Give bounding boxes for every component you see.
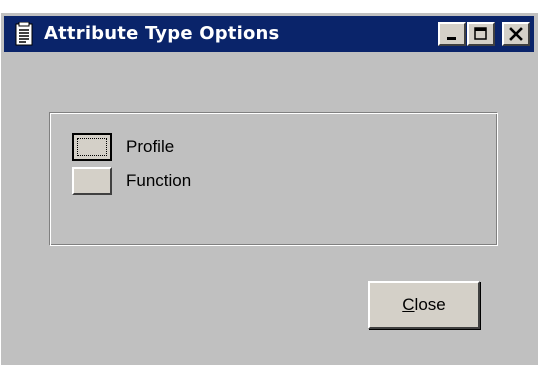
close-icon <box>509 27 523 41</box>
close-button-mnemonic: C <box>402 295 415 314</box>
title-bar[interactable]: Attribute Type Options <box>4 16 534 52</box>
minimize-icon <box>447 37 456 40</box>
maximize-icon <box>474 27 487 40</box>
option-row-function: Function <box>72 167 191 195</box>
minimize-button[interactable] <box>438 22 466 46</box>
document-icon <box>15 22 33 46</box>
close-window-button[interactable] <box>502 22 530 46</box>
function-option-button[interactable] <box>72 167 112 195</box>
profile-option-label: Profile <box>126 137 175 156</box>
profile-option-button[interactable] <box>72 133 112 161</box>
window-title: Attribute Type Options <box>44 23 280 44</box>
maximize-button[interactable] <box>467 22 495 46</box>
close-button[interactable]: Close <box>368 281 480 329</box>
function-option-label: Function <box>126 171 192 190</box>
close-button-label-rest: lose <box>414 295 446 314</box>
option-row-profile: Profile <box>72 133 174 161</box>
